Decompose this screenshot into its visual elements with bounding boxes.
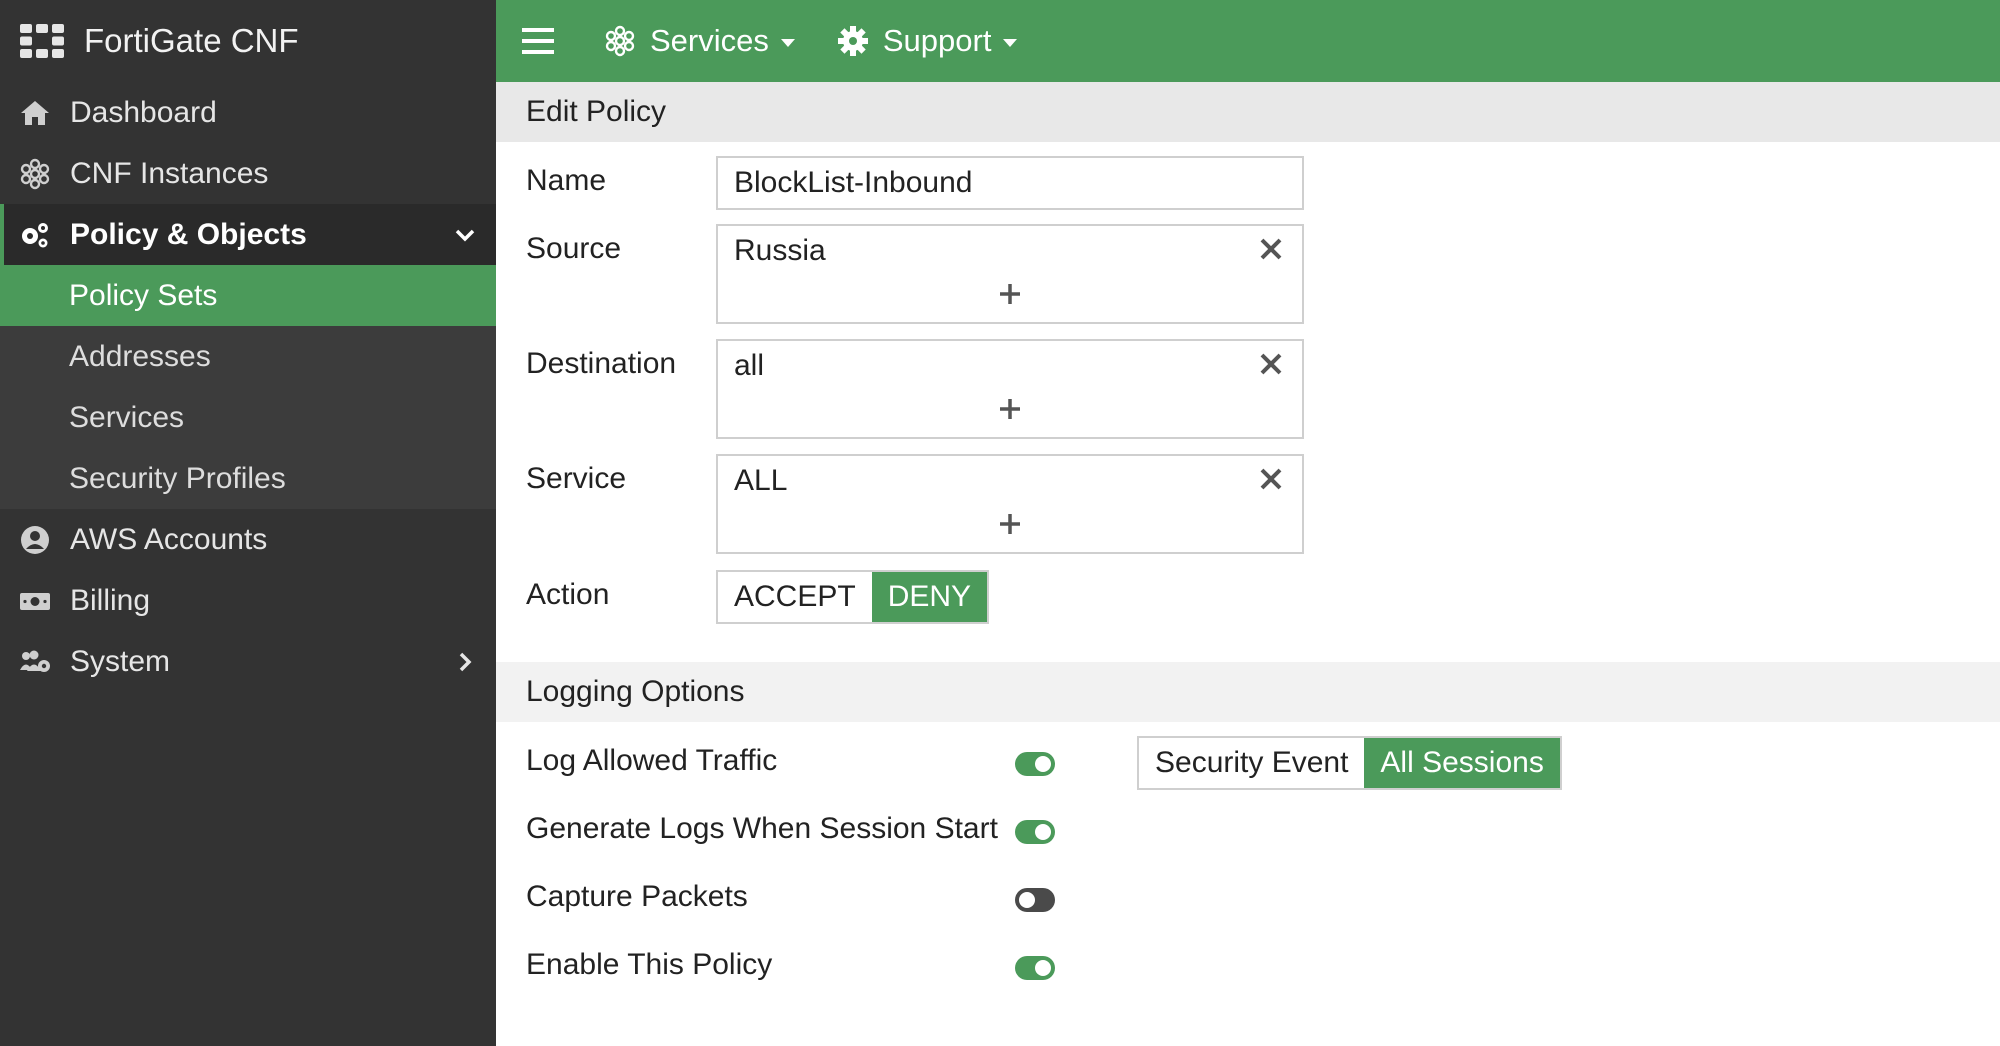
destination-field[interactable]: all <box>716 339 1304 439</box>
sidebar-item-policy-objects[interactable]: Policy & Objects <box>0 204 496 265</box>
instances-icon <box>18 157 52 191</box>
toggle-knob <box>1035 756 1051 772</box>
sidebar-subitem-label: Services <box>69 400 185 434</box>
sidebar-item-label: Dashboard <box>70 95 217 129</box>
remove-destination-icon[interactable] <box>1258 351 1284 377</box>
toggle-knob <box>1035 824 1051 840</box>
sidebar-item-billing[interactable]: Billing <box>0 570 496 631</box>
edit-policy-form: Name Source Russia Destination all Servi… <box>496 142 2000 662</box>
enable-policy-toggle[interactable] <box>1015 956 1055 980</box>
logging-options-form: Log Allowed Traffic Security Event All S… <box>496 722 2000 1022</box>
services-menu-button[interactable]: Services <box>604 23 795 59</box>
log-mode-toggle: Security Event All Sessions <box>1137 736 1562 790</box>
capture-packets-label: Capture Packets <box>526 880 748 913</box>
support-menu-button[interactable]: Support <box>837 23 1018 59</box>
remove-source-icon[interactable] <box>1258 236 1284 262</box>
instances-icon <box>605 25 635 57</box>
name-label: Name <box>526 164 607 197</box>
top-bar: Services Support <box>496 0 2000 82</box>
sidebar-item-system[interactable]: System <box>0 631 496 692</box>
security-event-option[interactable]: Security Event <box>1139 738 1365 788</box>
hamburger-menu-icon[interactable] <box>522 27 554 55</box>
sidebar: FortiGate CNF Dashboard CNF Instances Po… <box>0 0 496 1046</box>
sidebar-subitem-policy-sets[interactable]: Policy Sets <box>0 265 496 326</box>
sidebar-item-label: Billing <box>70 583 151 617</box>
all-sessions-option[interactable]: All Sessions <box>1364 738 1560 788</box>
fortigate-logo-icon <box>20 24 64 58</box>
sidebar-subitem-label: Addresses <box>69 339 211 373</box>
service-label: Service <box>526 462 627 495</box>
capture-packets-toggle[interactable] <box>1015 888 1055 912</box>
destination-label: Destination <box>526 347 677 380</box>
action-row: Action <box>526 578 716 612</box>
main-content: Edit Policy Name Source Russia Destinati… <box>496 82 2000 1046</box>
sidebar-item-aws-accounts[interactable]: AWS Accounts <box>0 509 496 570</box>
source-value: Russia <box>734 234 826 267</box>
sidebar-subitem-label: Policy Sets <box>69 278 218 312</box>
toggle-knob <box>1019 892 1035 908</box>
sidebar-subitem-label: Security Profiles <box>69 461 286 495</box>
log-allowed-traffic-toggle[interactable] <box>1015 752 1055 776</box>
action-toggle: ACCEPT DENY <box>716 570 990 624</box>
caret-down-icon <box>1003 38 1018 47</box>
sidebar-item-label: AWS Accounts <box>70 522 268 556</box>
app-title: FortiGate CNF <box>84 22 299 59</box>
deny-option[interactable]: DENY <box>871 572 988 622</box>
money-icon <box>18 584 52 618</box>
add-source-icon[interactable] <box>998 282 1022 306</box>
destination-value: all <box>734 349 765 382</box>
name-input[interactable] <box>716 156 1304 210</box>
enable-policy-label: Enable This Policy <box>526 948 773 981</box>
sidebar-item-dashboard[interactable]: Dashboard <box>0 82 496 143</box>
policy-objects-submenu: Policy Sets Addresses Services Security … <box>0 265 496 509</box>
source-field[interactable]: Russia <box>716 224 1304 324</box>
sidebar-subitem-addresses[interactable]: Addresses <box>0 326 496 387</box>
caret-down-icon <box>780 38 795 47</box>
toggle-knob <box>1035 960 1051 976</box>
sidebar-item-label: System <box>70 644 171 678</box>
sidebar-item-label: Policy & Objects <box>70 217 307 251</box>
gears-icon <box>18 218 52 252</box>
remove-service-icon[interactable] <box>1258 466 1284 492</box>
gear-icon <box>837 26 868 56</box>
log-allowed-traffic-label: Log Allowed Traffic <box>526 744 778 777</box>
section-title: Logging Options <box>526 675 745 708</box>
destination-row: Destination <box>526 347 716 381</box>
chevron-down-icon <box>455 229 475 241</box>
add-destination-icon[interactable] <box>998 397 1022 421</box>
sidebar-item-label: CNF Instances <box>70 156 269 190</box>
source-label: Source <box>526 232 622 265</box>
generate-logs-toggle[interactable] <box>1015 820 1055 844</box>
name-row: Name <box>526 164 716 198</box>
service-row: Service <box>526 462 716 496</box>
services-menu-label: Services <box>650 23 769 58</box>
generate-logs-label: Generate Logs When Session Start <box>526 812 998 845</box>
accept-option[interactable]: ACCEPT <box>718 572 872 622</box>
logging-options-header: Logging Options <box>496 662 2000 722</box>
sidebar-subitem-security-profiles[interactable]: Security Profiles <box>0 448 496 509</box>
service-value: ALL <box>734 464 788 497</box>
home-icon <box>18 96 52 130</box>
user-circle-icon <box>18 523 52 557</box>
brand[interactable]: FortiGate CNF <box>0 0 496 82</box>
edit-policy-header: Edit Policy <box>496 82 2000 142</box>
add-service-icon[interactable] <box>998 512 1022 536</box>
chevron-right-icon <box>459 652 472 671</box>
users-gear-icon <box>18 645 52 679</box>
action-label: Action <box>526 578 610 611</box>
source-row: Source <box>526 232 716 266</box>
support-menu-label: Support <box>882 23 992 58</box>
section-title: Edit Policy <box>526 95 667 128</box>
sidebar-subitem-services[interactable]: Services <box>0 387 496 448</box>
sidebar-item-cnf-instances[interactable]: CNF Instances <box>0 143 496 204</box>
service-field[interactable]: ALL <box>716 454 1304 554</box>
